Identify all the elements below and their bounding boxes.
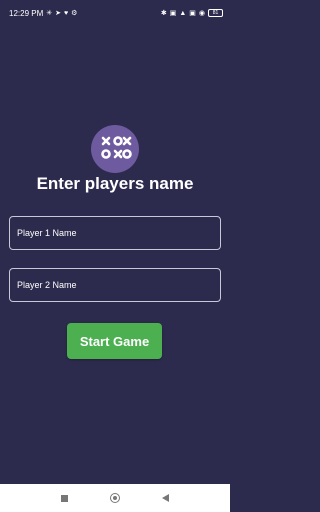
sync-icon: ✳ [46,9,53,17]
sim-icon-2: ▣ [189,9,196,17]
back-icon[interactable] [162,494,169,502]
status-left: 12:29 PM ✳ ➤ ♥ ⚙ [9,9,77,18]
status-right: ✱ ▣ ▲ ▣ ◉ 81 [161,9,223,17]
system-nav-bar [0,484,230,512]
player1-placeholder: Player 1 Name [17,228,77,238]
navigation-icon: ➤ [55,9,61,17]
battery-icon: 81 [208,9,223,17]
wifi-calling-icon: ♥ [64,9,69,17]
home-icon[interactable] [110,493,120,503]
tic-tac-toe-logo-icon [91,125,139,173]
start-game-button[interactable]: Start Game [67,323,162,359]
player2-placeholder: Player 2 Name [17,280,77,290]
player1-name-input[interactable]: Player 1 Name [9,216,221,250]
recents-icon[interactable] [61,494,68,502]
battery-level: 81 [212,10,219,16]
bluetooth-icon: ✱ [160,9,167,17]
settings-icon: ⚙ [71,9,78,17]
signal-icon: ▲ [179,9,187,17]
page-title: Enter players name [36,174,194,193]
status-bar: 12:29 PM ✳ ➤ ♥ ⚙ ✱ ▣ ▲ ▣ ◉ 81 [0,0,230,26]
wifi-icon: ◉ [198,9,205,17]
clock: 12:29 PM [9,8,44,18]
sim-icon: ▣ [169,9,177,17]
player2-name-input[interactable]: Player 2 Name [9,268,221,302]
